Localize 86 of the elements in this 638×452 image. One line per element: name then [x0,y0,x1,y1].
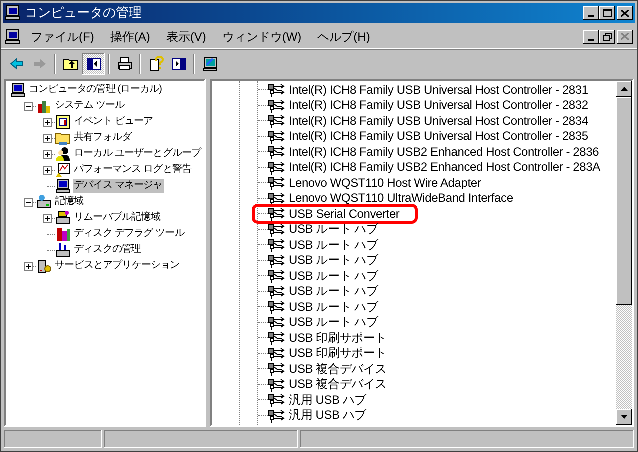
tree-item[interactable]: デバイス マネージャ [73,179,164,193]
tree-item[interactable]: コンピュータの管理 (ローカル) [28,83,164,97]
device-item[interactable]: USB ルート ハブ [289,315,378,330]
expand-icon[interactable] [43,134,52,142]
device-item[interactable]: USB ルート ハブ [289,300,378,314]
device-item[interactable]: Intel(R) ICH8 Family USB Universal Host Controller - 2832 [289,98,588,112]
close-button[interactable] [617,6,633,20]
device-item[interactable]: USB ルート ハブ [289,268,378,283]
device-item[interactable]: USB 印刷サポート [289,330,388,345]
maximize-icon [602,9,612,17]
minimize-icon [588,15,594,17]
computer-icon [5,28,21,44]
down-arrow-icon [620,415,628,419]
toolbox-icon [36,98,52,114]
device-item[interactable]: USB 印刷サポート [289,346,388,360]
up-arrow-icon [620,87,628,91]
device-item[interactable]: USB ルート ハブ [289,238,378,252]
device-item[interactable]: Intel(R) ICH8 Family USB Universal Host Controller - 2834 [289,114,588,128]
pane-icon [170,56,186,72]
menu-item[interactable]: 操作(A) [108,28,152,46]
chart-icon [55,162,71,178]
expand-icon[interactable] [43,118,52,126]
device-item[interactable]: 汎用 USB ハブ [289,392,367,407]
scrollbar[interactable] [616,81,632,425]
menu-item[interactable]: 表示(V) [164,28,208,46]
tree-item[interactable]: 共有フォルダ [73,131,133,145]
drive-icon [36,194,52,210]
disk-icon [55,242,71,258]
help-icon [148,56,164,72]
tree-pane-button[interactable] [82,52,105,74]
scroll-down-button[interactable] [616,409,632,425]
back-arrow-icon [8,56,24,72]
minimize-icon [588,38,594,40]
users-icon [55,146,71,162]
tree-item[interactable]: ディスク デフラグ ツール [73,227,186,241]
device-item[interactable]: 汎用 USB ハブ [289,408,367,422]
tree-item[interactable]: システム ツール [54,99,126,113]
scroll-thumb[interactable] [616,97,632,305]
close-button[interactable] [617,30,633,44]
printer-icon [116,56,132,72]
expand-icon[interactable] [43,166,52,174]
tree-item[interactable]: リムーバブル記憶域 [73,211,162,225]
menu-item[interactable]: ウィンドウ(W) [220,28,304,46]
device-item[interactable]: Intel(R) ICH8 Family USB Universal Host Controller - 2835 [289,129,588,144]
drive-icon [55,210,71,226]
device-item[interactable]: Intel(R) ICH8 Family USB Universal Host Controller - 2831 [289,82,588,97]
menu-item[interactable]: ヘルプ(H) [316,28,372,46]
collapse-icon[interactable] [24,102,33,110]
expand-icon[interactable] [24,262,33,270]
device-item[interactable]: Lenovo WQST110 Host Wire Adapter [289,176,482,190]
device-item[interactable]: USB 複合デバイス [289,377,388,392]
log-icon [55,114,71,130]
device-item[interactable]: USB ルート ハブ [289,253,378,268]
window-title: コンピュータの管理 [25,4,142,22]
expand-icon[interactable] [43,150,52,158]
restore-icon [602,32,612,40]
device-item[interactable]: USB Serial Converter [289,206,400,221]
collapse-icon[interactable] [24,198,33,206]
close-icon [621,10,629,16]
computer-icon [202,56,218,72]
tree-item[interactable]: サービスとアプリケーション [54,259,181,273]
restore-button[interactable] [599,30,615,44]
device-item[interactable]: USB 複合デバイス [289,362,388,376]
device-item[interactable]: USB ルート ハブ [289,284,378,298]
device-item[interactable]: Intel(R) ICH8 Family USB2 Enhanced Host Controller - 283A [289,160,600,174]
tree-pane-icon [86,56,102,72]
computer-icon [10,82,26,98]
expand-icon[interactable] [43,214,52,222]
tree-item[interactable]: パフォーマンス ログと警告 [73,163,193,177]
close-icon [621,33,629,40]
minimize-button[interactable] [583,6,599,20]
menu-item[interactable]: ファイル(F) [29,28,96,46]
server-icon [36,258,52,274]
computer-icon [55,178,71,194]
defrag-icon [55,226,71,242]
tree-item[interactable]: ローカル ユーザーとグループ [73,147,202,161]
minimize-button[interactable] [583,30,599,44]
tree-item[interactable]: イベント ビューア [73,115,154,129]
tree-item[interactable]: ディスクの管理 [73,243,142,257]
device-item[interactable]: USB ルート ハブ [289,222,378,236]
device-item[interactable]: Intel(R) ICH8 Family USB2 Enhanced Host Controller - 2836 [289,144,600,159]
computer-icon [5,5,21,21]
maximize-button[interactable] [599,6,615,20]
scroll-up-button[interactable] [616,81,632,97]
device-item[interactable]: Lenovo WQST110 UltraWideBand Interface [289,191,514,206]
tree-item[interactable]: 記憶域 [54,195,85,209]
